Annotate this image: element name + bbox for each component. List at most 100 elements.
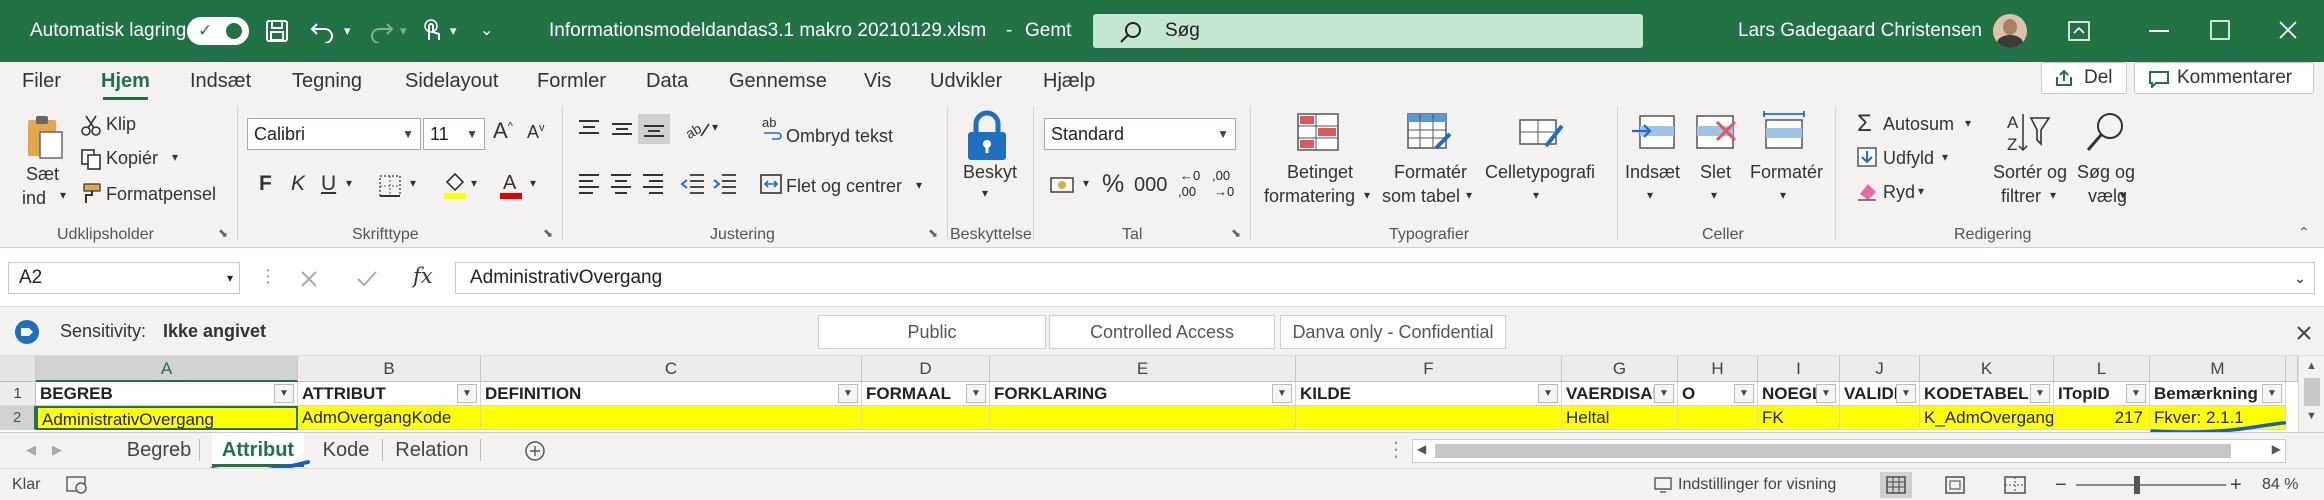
row-header[interactable]: 1 [0,382,36,406]
search-box[interactable]: Søg [1093,14,1643,48]
increase-font-icon[interactable]: A^ [493,118,513,144]
display-settings-label[interactable]: Indstillinger for visning [1678,469,1836,500]
table-cell-selected[interactable]: AdministrativOvergang [36,406,298,430]
tab-split-handle[interactable]: ⋮ [1386,433,1406,467]
tab-filer[interactable]: Filer [22,62,61,100]
tab-formler[interactable]: Formler [537,62,606,100]
undo-icon[interactable] [310,19,336,43]
select-all-corner[interactable] [0,356,36,382]
column-header[interactable]: M [2150,356,2286,382]
row-header[interactable]: 2 [0,406,36,430]
tab-hjaelp[interactable]: Hjælp [1043,62,1095,100]
header-cell[interactable]: KODETABEL ▼ [1920,382,2054,406]
header-cell[interactable]: KILDE ▼ [1296,382,1562,406]
table-cell[interactable]: AdmOvergangKode [298,406,481,430]
tab-hjem[interactable]: Hjem [101,62,150,100]
borders-dropdown-icon[interactable]: ▾ [410,176,416,190]
scroll-right-icon[interactable]: ▶ [2272,442,2281,456]
copy-icon[interactable] [80,148,102,170]
formula-bar-drag-handle[interactable]: ⋮ [259,266,277,287]
insert-cells-dropdown-icon[interactable]: ▾ [1647,188,1653,202]
format-as-table-dropdown-icon[interactable]: ▾ [1466,188,1472,202]
display-settings-icon[interactable] [1654,477,1672,493]
table-cell[interactable] [862,406,990,430]
font-color-icon[interactable]: A [498,170,524,200]
paste-label-1[interactable]: Sæt [26,164,59,185]
format-painter-label[interactable]: Formatpensel [106,184,216,205]
header-cell[interactable]: DEFINITION ▼ [481,382,862,406]
sheet-tab-relation[interactable]: Relation [386,433,478,467]
insert-cells-label[interactable]: Indsæt [1625,162,1680,183]
paste-dropdown-icon[interactable]: ▾ [60,188,66,202]
delete-cells-icon[interactable] [1695,112,1741,152]
table-cell[interactable]: 217 [2054,406,2150,430]
filter-dropdown-icon[interactable]: ▼ [457,384,477,403]
horizontal-scroll-thumb[interactable] [1435,444,2231,458]
borders-icon[interactable] [378,174,402,198]
font-name-select[interactable]: Calibri ▼ [247,118,421,150]
filter-dropdown-icon[interactable]: ▼ [1272,384,1292,403]
format-cells-icon[interactable] [1762,110,1808,152]
underline-button[interactable]: U [321,172,336,196]
filter-dropdown-icon[interactable]: ▼ [1896,384,1916,403]
share-button[interactable]: Del [2041,62,2127,94]
clear-label[interactable]: Ryd [1883,182,1915,203]
column-header[interactable]: L [2054,356,2150,382]
filter-dropdown-icon[interactable]: ▼ [1654,384,1674,403]
vertical-scrollbar[interactable]: ▲ ▼ [2298,356,2324,432]
table-cell[interactable]: Heltal [1562,406,1678,430]
align-center-icon[interactable] [609,172,633,194]
fill-color-dropdown-icon[interactable]: ▾ [471,176,477,190]
zoom-level[interactable]: 84 % [2262,469,2298,500]
percent-button[interactable]: % [1102,170,1124,199]
header-cell[interactable]: ATTRIBUT ▼ [298,382,481,406]
cell-styles-dropdown-icon[interactable]: ▾ [1533,188,1539,202]
clipboard-launcher-icon[interactable]: ⬊ [218,226,228,240]
autosum-dropdown-icon[interactable]: ▾ [1965,116,1971,130]
protect-icon[interactable] [964,110,1010,162]
align-left-icon[interactable] [577,172,601,194]
filter-dropdown-icon[interactable]: ▼ [274,384,294,403]
protect-dropdown-icon[interactable]: ▾ [982,186,988,200]
header-cell[interactable]: Bemærkning ▼ [2150,382,2286,406]
column-header[interactable]: I [1758,356,1840,382]
format-as-table-icon[interactable] [1406,112,1452,152]
copy-dropdown-icon[interactable]: ▾ [172,150,178,164]
table-cell[interactable] [481,406,862,430]
macro-record-icon[interactable] [66,476,88,494]
zoom-in-button[interactable]: + [2230,469,2242,500]
sensitivity-public-button[interactable]: Public [818,315,1046,349]
orientation-icon[interactable]: ab [683,116,711,142]
ribbon-display-icon[interactable] [2068,21,2090,41]
tab-indsaet[interactable]: Indsæt [190,62,251,100]
column-header[interactable]: B [298,356,481,382]
vertical-scroll-thumb[interactable] [2304,378,2320,406]
bold-button[interactable]: F [259,172,272,196]
column-header[interactable]: E [990,356,1296,382]
cut-icon[interactable] [80,114,102,136]
orientation-dropdown-icon[interactable]: ▾ [712,120,718,134]
decrease-indent-icon[interactable] [680,172,706,194]
column-header[interactable]: F [1296,356,1562,382]
sensitivity-controlled-button[interactable]: Controlled Access [1049,315,1275,349]
table-cell[interactable] [1296,406,1562,430]
redo-dropdown-icon[interactable]: ▾ [400,0,407,62]
zoom-slider[interactable] [2076,484,2226,486]
autosum-icon[interactable]: Σ [1857,110,1872,138]
filter-dropdown-icon[interactable]: ▼ [838,384,858,403]
autosum-label[interactable]: Autosum [1883,114,1954,135]
confirm-entry-icon[interactable] [356,270,378,288]
format-as-table-label-1[interactable]: Formatér [1394,162,1467,183]
conditional-format-icon[interactable] [1296,112,1340,152]
filter-dropdown-icon[interactable]: ▼ [1734,384,1754,403]
sort-filter-icon[interactable]: AZ [2005,110,2051,156]
number-format-select[interactable]: Standard ▼ [1044,118,1236,150]
avatar[interactable] [1993,14,2027,48]
normal-view-button[interactable] [1880,472,1912,498]
protect-label[interactable]: Beskyt [963,162,1017,183]
horizontal-scrollbar[interactable]: ◀ ▶ [1412,439,2286,463]
merge-center-label[interactable]: Flet og centrer [786,176,902,197]
scroll-down-icon[interactable]: ▼ [2306,410,2317,422]
close-sensitivity-icon[interactable] [2297,326,2311,340]
table-cell[interactable] [990,406,1296,430]
